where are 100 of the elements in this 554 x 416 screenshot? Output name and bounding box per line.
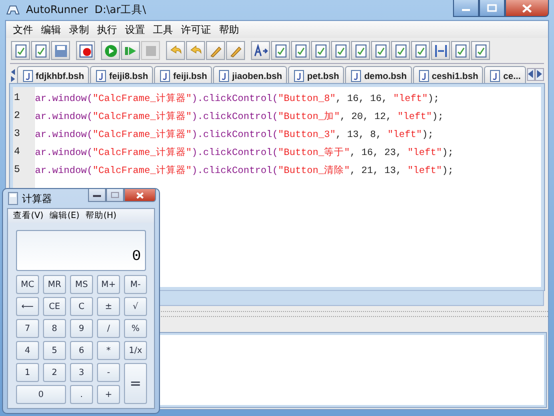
toolbar-button[interactable] [331, 41, 350, 60]
calculator-key[interactable]: √ [124, 297, 147, 316]
calculator-key[interactable]: 4 [16, 341, 39, 360]
calculator-key[interactable]: 0 [16, 385, 66, 404]
code-line: ar.window("CalcFrame_计算器").clickControl("Button_加", 20, 12, "left"); [35, 110, 444, 124]
calculator-key[interactable]: 5 [43, 341, 66, 360]
calculator-key[interactable]: ± [97, 297, 120, 316]
toolbar-button[interactable] [471, 41, 490, 60]
toolbar-button[interactable] [76, 41, 95, 60]
toolbar-button[interactable] [371, 41, 390, 60]
menu-item[interactable]: 帮助 [215, 22, 243, 36]
maximize-icon [111, 192, 119, 198]
calculator-key[interactable]: M+ [97, 275, 120, 294]
toolbar-button[interactable] [226, 41, 245, 60]
file-tab[interactable]: fdjkhbf.bsh [16, 66, 90, 84]
calculator-key[interactable]: 1 [16, 363, 39, 382]
calculator-key[interactable]: 2 [43, 363, 66, 382]
calculator-key[interactable]: = [124, 363, 147, 404]
menu-item[interactable]: 工具 [149, 22, 177, 36]
menu-item[interactable]: 录制 [65, 22, 93, 36]
toolbar-button[interactable] [101, 41, 120, 60]
calculator-key[interactable]: 3 [70, 363, 93, 382]
file-tab[interactable]: ce... [484, 66, 526, 84]
menu-item[interactable]: 文件 [9, 22, 37, 36]
line-number: 4 [13, 146, 22, 160]
menu-item[interactable]: 设置 [121, 22, 149, 36]
close-icon [522, 4, 532, 12]
code-line: ar.window("CalcFrame_计算器").clickControl("Button_等于", 16, 23, "left"); [35, 146, 454, 160]
calculator-key[interactable]: MC [16, 275, 39, 294]
maximize-button[interactable] [479, 0, 505, 17]
record-icon [78, 44, 92, 58]
calculator-key[interactable]: C [70, 297, 93, 316]
file-tab[interactable]: feiji8.bsh [90, 66, 154, 84]
file-icon [219, 70, 230, 82]
toolbar-button[interactable] [411, 41, 430, 60]
tab-label: demo.bsh [364, 70, 407, 80]
code-line: ar.window("CalcFrame_计算器").clickControl("Button_8", 16, 16, "left"); [35, 92, 440, 106]
calculator-key[interactable]: . [70, 385, 93, 404]
calculator-key[interactable]: / [97, 319, 120, 338]
toolbar-button[interactable] [11, 41, 30, 60]
toolbar-button[interactable] [31, 41, 50, 60]
stop-icon [144, 44, 158, 58]
calculator-key[interactable]: CE [43, 297, 66, 316]
toolbar-button[interactable] [451, 41, 470, 60]
toolbar-button[interactable] [251, 41, 270, 60]
close-button[interactable] [124, 189, 156, 202]
toolbar-button[interactable] [206, 41, 225, 60]
calculator-key[interactable]: 8 [43, 319, 66, 338]
window-title: AutoRunner D:\ar工具\ [26, 3, 146, 17]
save-icon [54, 44, 68, 58]
calculator-key[interactable]: 1/x [124, 341, 147, 360]
calculator-icon [8, 192, 18, 205]
tab-scroll-icon[interactable] [10, 67, 17, 81]
toolbar-button[interactable] [391, 41, 410, 60]
menu-item[interactable]: 编辑(E) [49, 210, 80, 222]
window-title: 计算器 [22, 192, 52, 206]
toolbar-button[interactable] [311, 41, 330, 60]
file-tab[interactable]: jiaoben.bsh [213, 66, 288, 84]
file-tab[interactable]: pet.bsh [288, 66, 344, 84]
calculator-key[interactable]: MR [43, 275, 66, 294]
check-icon [414, 44, 428, 58]
menu-item[interactable]: 许可证 [177, 22, 215, 36]
calculator-key[interactable]: ⟵ [16, 297, 39, 316]
calculator-key[interactable]: % [124, 319, 147, 338]
check-icon [314, 44, 328, 58]
menu-item[interactable]: 查看(V) [13, 210, 44, 222]
toolbar-button[interactable] [51, 41, 70, 60]
menu-item[interactable]: 执行 [93, 22, 121, 36]
close-button[interactable] [505, 0, 549, 17]
calculator-key[interactable]: 6 [70, 341, 93, 360]
minimize-button[interactable] [88, 189, 106, 202]
file-tab[interactable]: demo.bsh [345, 66, 412, 84]
toolbar-button[interactable] [431, 41, 450, 60]
code-line: ar.window("CalcFrame_计算器").clickControl("Button_清除", 21, 13, "left"); [35, 164, 454, 178]
calculator-key[interactable]: 7 [16, 319, 39, 338]
file-icon [490, 70, 500, 82]
file-icon [351, 70, 362, 82]
file-tab[interactable]: feiji.bsh [154, 66, 212, 84]
toolbar-button[interactable] [291, 41, 310, 60]
line-number: 1 [13, 92, 22, 106]
toolbar-button[interactable] [271, 41, 290, 60]
calculator-key[interactable]: 9 [70, 319, 93, 338]
file-icon [418, 70, 429, 82]
minimize-button[interactable] [453, 0, 479, 17]
line-number: 5 [13, 164, 22, 178]
calculator-key[interactable]: + [97, 385, 120, 404]
menu-item[interactable]: 编辑 [37, 22, 65, 36]
file-icon [294, 70, 304, 82]
file-tab[interactable]: ceshi1.bsh [412, 66, 484, 84]
tab-label: ce... [503, 70, 521, 80]
check-icon [394, 44, 408, 58]
calculator-key[interactable]: M- [124, 275, 147, 294]
toolbar-button[interactable] [351, 41, 370, 60]
calculator-key[interactable]: MS [70, 275, 93, 294]
calculator-key[interactable]: - [97, 363, 120, 382]
play-icon [104, 44, 118, 58]
menu-item[interactable]: 帮助(H) [85, 210, 116, 222]
toolbar-button[interactable] [121, 41, 140, 60]
calculator-key[interactable]: * [97, 341, 120, 360]
close-icon [136, 192, 144, 198]
